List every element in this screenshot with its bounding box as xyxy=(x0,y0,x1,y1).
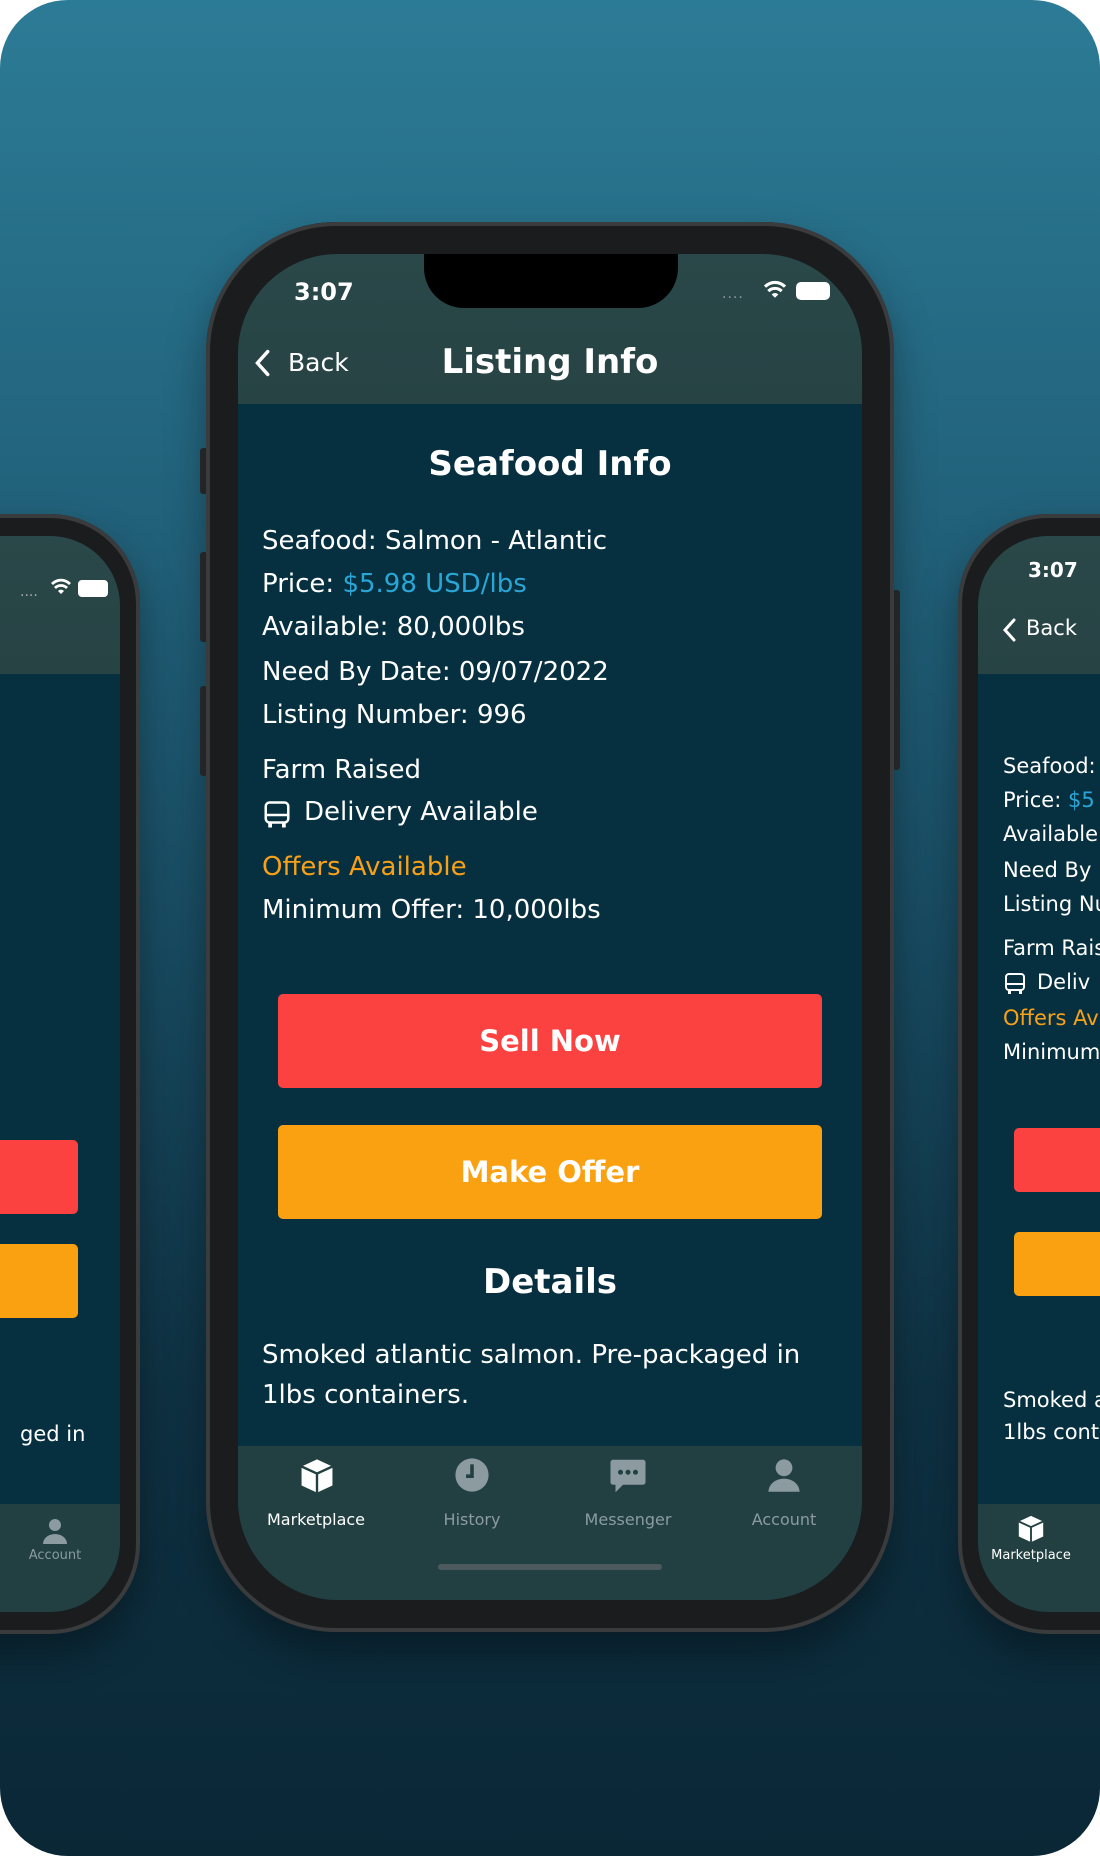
field-available-value: 80,000lbs xyxy=(396,612,525,642)
right-farm-raised: Farm Rais xyxy=(1003,936,1100,960)
left-tabbar: Account xyxy=(0,1504,120,1612)
wifi-icon xyxy=(51,578,71,594)
signal-icon: .... xyxy=(20,584,38,600)
field-listing-number: Listing Number: 996 xyxy=(262,700,527,730)
minimum-offer-label: Minimum Offer: xyxy=(262,895,465,925)
details-text-line2: 1lbs containers. xyxy=(262,1380,470,1410)
delivery-label: Delivery Available xyxy=(304,797,538,827)
right-field-price: Price: $5 xyxy=(1003,788,1095,812)
chat-bubble-icon xyxy=(610,1459,646,1493)
signal-icon: .... xyxy=(722,286,744,302)
left-phone: .... ged in Account xyxy=(0,514,140,1634)
right-field-seafood: Seafood: xyxy=(1003,754,1096,778)
chevron-left-icon xyxy=(1002,618,1016,642)
right-price-value: $5 xyxy=(1068,788,1095,812)
field-seafood-label: Seafood: xyxy=(262,526,377,556)
right-back-label: Back xyxy=(1026,616,1077,640)
package-icon xyxy=(301,1459,333,1493)
right-field-listing: Listing Nu xyxy=(1003,892,1100,916)
field-price-value: $5.98 USD/lbs xyxy=(342,569,527,599)
status-time: 3:07 xyxy=(294,278,354,306)
left-details-fragment: ged in xyxy=(20,1422,86,1446)
details-title: Details xyxy=(482,1262,618,1302)
right-field-available: Available xyxy=(1003,822,1099,846)
details-text-line1: Smoked atlantic salmon. Pre-packaged in xyxy=(262,1340,801,1370)
field-need-by-label: Need By Date: xyxy=(262,657,451,687)
wifi-icon xyxy=(763,280,787,298)
tab-bar: Marketplace History Messenger Account xyxy=(238,1446,862,1600)
right-minimum-offer: Minimum xyxy=(1003,1040,1100,1064)
page-title: Listing Info xyxy=(441,342,659,382)
field-seafood: Seafood: Salmon - Atlantic xyxy=(262,526,607,556)
right-back-button[interactable]: Back xyxy=(1002,616,1100,646)
main-phone-screen: 3:07 .... Back Listing Info Seafood Info… xyxy=(238,254,862,1600)
farm-raised: Farm Raised xyxy=(262,755,422,785)
battery-icon xyxy=(78,580,108,597)
sell-now-button[interactable]: Sell Now xyxy=(278,994,822,1088)
left-tab-account[interactable]: Account xyxy=(20,1548,90,1563)
delivery-available: Delivery Available xyxy=(262,797,562,831)
right-navbar xyxy=(978,536,1100,674)
tab-marketplace-label: Marketplace xyxy=(266,1510,366,1529)
right-offer-button[interactable] xyxy=(1014,1232,1100,1296)
bus-icon xyxy=(1005,973,1025,994)
left-offer-button[interactable] xyxy=(0,1244,78,1318)
right-field-need-by: Need By xyxy=(1003,858,1092,882)
section-title-seafood-info: Seafood Info xyxy=(428,444,672,484)
person-icon xyxy=(768,1459,800,1492)
tab-history-label: History xyxy=(443,1510,501,1529)
notch xyxy=(424,254,678,308)
right-sell-button[interactable] xyxy=(1014,1128,1100,1192)
right-phone: 3:07 Back Seafood: Price: $5 Available N… xyxy=(958,514,1100,1634)
main-phone: 3:07 .... Back Listing Info Seafood Info… xyxy=(206,222,894,1632)
tab-marketplace[interactable]: Marketplace xyxy=(246,1454,386,1534)
field-seafood-value: Salmon - Atlantic xyxy=(384,526,608,556)
right-tab-marketplace[interactable]: Marketplace xyxy=(986,1548,1076,1563)
minimum-offer-value: 10,000lbs xyxy=(472,895,601,925)
right-tabbar: Marketplace xyxy=(978,1504,1100,1612)
minimum-offer: Minimum Offer: 10,000lbs xyxy=(262,895,601,925)
package-icon xyxy=(1018,1515,1044,1543)
field-available: Available: 80,000lbs xyxy=(262,612,525,642)
right-price-label: Price: xyxy=(1003,788,1062,812)
clock-icon xyxy=(455,1458,489,1492)
right-details-line1: Smoked a xyxy=(1003,1388,1100,1412)
right-phone-screen: 3:07 Back Seafood: Price: $5 Available N… xyxy=(978,536,1100,1612)
field-need-by-value: 09/07/2022 xyxy=(458,657,609,687)
tab-account-label: Account xyxy=(751,1510,817,1529)
status-icons: .... xyxy=(722,280,832,304)
right-delivery-label: Deliv xyxy=(1037,970,1091,994)
account-tab-icon xyxy=(43,1519,67,1544)
field-need-by-date: Need By Date: 09/07/2022 xyxy=(262,657,609,687)
right-details-line2: 1lbs cont xyxy=(1003,1420,1100,1444)
make-offer-button[interactable]: Make Offer xyxy=(278,1125,822,1219)
app-store-preview: .... ged in Account 3:07 Back Seafood: P… xyxy=(0,0,1100,1856)
field-price: Price: $5.98 USD/lbs xyxy=(262,569,527,599)
field-available-label: Available: xyxy=(262,612,389,642)
right-status-time: 3:07 xyxy=(1028,558,1078,582)
left-sell-button[interactable] xyxy=(0,1140,78,1214)
right-offers-available: Offers Av xyxy=(1003,1006,1099,1030)
bus-icon xyxy=(264,801,290,828)
tab-account[interactable]: Account xyxy=(714,1454,854,1534)
home-indicator xyxy=(438,1564,662,1570)
left-status-icons: .... xyxy=(20,578,108,600)
offers-available: Offers Available xyxy=(262,852,467,882)
tab-history[interactable]: History xyxy=(402,1454,542,1534)
tab-messenger-label: Messenger xyxy=(584,1510,672,1529)
left-navbar xyxy=(0,536,120,674)
tab-messenger[interactable]: Messenger xyxy=(558,1454,698,1534)
battery-icon xyxy=(796,282,830,300)
field-listing-number-label: Listing Number: xyxy=(262,700,469,730)
field-listing-number-value: 996 xyxy=(476,700,527,730)
left-phone-screen: .... ged in Account xyxy=(0,536,120,1612)
field-price-label: Price: xyxy=(262,569,335,599)
